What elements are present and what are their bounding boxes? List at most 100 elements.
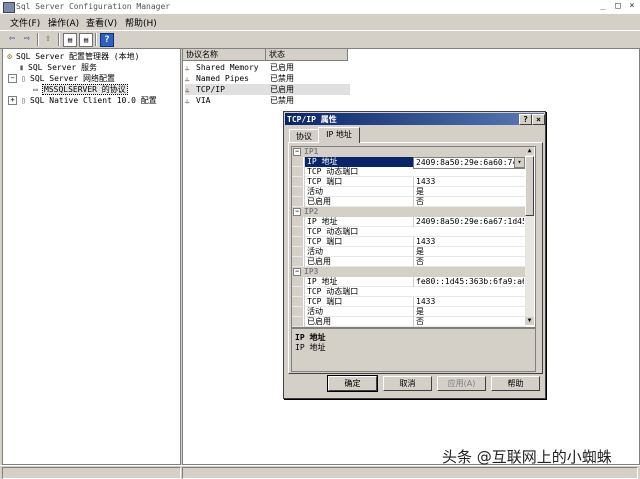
cancel-button[interactable]: 取消 [383,376,432,391]
protocol-name: TCP/IP [196,85,225,94]
grid-row[interactable]: 活动是 [292,307,526,317]
protocol-icon: ⥿ [185,74,190,83]
grid-row[interactable]: TCP 端口 1433 [292,297,526,307]
grid-row-value[interactable]: fe80::1d45:363b:6fa9:a6e2%1 [413,277,524,287]
grid-row[interactable]: 已启用否 [292,317,526,327]
toolbar-separator [37,33,39,46]
properties-icon[interactable]: ▤ [63,33,77,47]
protocol-status: 已启用 [270,63,294,72]
server-tools-icon: ⚙ [7,52,12,61]
grid-row-value[interactable]: 是 [413,187,524,197]
apply-button[interactable]: 应用(A) [437,376,486,391]
help-button[interactable]: 帮助 [491,376,540,391]
protocol-status: 已禁用 [270,74,294,83]
collapse-icon[interactable]: − [293,147,301,156]
grid-row[interactable]: TCP 端口 1433 [292,177,526,187]
menu-view[interactable]: 查看(V) [86,16,117,29]
menu-file[interactable]: 文件(F) [10,16,40,29]
maximize-button[interactable]: □ [611,1,625,12]
grid-category[interactable]: − IP3 [292,267,526,277]
grid-row[interactable]: 已启用否 [292,197,526,207]
grid-category-label: IP2 [304,207,319,216]
grid-row[interactable]: TCP 动态端口 [292,287,526,297]
collapse-icon[interactable]: − [293,267,301,276]
tab-ip-address[interactable]: IP 地址 [318,127,360,143]
grid-row-value[interactable]: 1433 [413,237,524,247]
column-header-status[interactable]: 状态 [266,49,348,61]
back-arrow-icon[interactable]: ⇦ [6,33,18,45]
grid-row[interactable]: IP 地址 2409:8a50:29e:6a60:7460:f ▾ [292,157,526,169]
grid-row[interactable]: IP 地址fe80::1d45:363b:6fa9:a6e2%1 [292,277,526,287]
tab-protocol[interactable]: 协议 [289,129,319,143]
list-item[interactable]: ⥿ Named Pipes 已禁用 [185,73,350,84]
grid-row-key: IP 地址 [304,277,415,287]
tree-item-mssql-protocols[interactable]: ▭ MSSQLSERVER 的协议 [31,84,128,95]
protocol-name: Shared Memory [196,63,259,72]
scroll-down-icon[interactable]: ▼ [525,317,534,325]
grid-row-value[interactable]: 2409:8a50:29e:6a67:1d45:363 [413,217,524,227]
forward-arrow-icon[interactable]: ⇨ [21,33,33,45]
grid-row[interactable]: TCP 端口 1433 [292,237,526,247]
grid-category[interactable]: − IP2 [292,207,526,217]
grid-row[interactable]: 活动是 [292,187,526,197]
grid-row-key: 活动 [304,247,415,257]
list-item[interactable]: ⥿ TCP/IP 已启用 [185,84,350,95]
grid-row[interactable]: 活动是 [292,247,526,257]
status-panel [2,467,181,479]
protocol-icon: ⥿ [185,85,190,94]
list-item[interactable]: ⥿ Shared Memory 已启用 [185,62,350,73]
dialog-close-button[interactable]: × [532,114,545,125]
grid-row-value[interactable]: 1433 [413,297,524,307]
grid-row-key: 活动 [304,307,415,317]
scroll-thumb[interactable] [525,156,534,216]
grid-row-value[interactable]: 是 [413,247,524,257]
menu-action[interactable]: 操作(A) [48,16,79,29]
ok-button[interactable]: 确定 [327,375,378,392]
tree-item-services[interactable]: ▮ SQL Server 服务 [17,62,97,73]
app-icon [3,2,15,13]
window-title: Sql Server Configuration Manager [16,2,171,11]
export-list-icon[interactable]: ▤ [79,33,93,47]
grid-row-key: 活动 [304,187,415,197]
menu-help[interactable]: 帮助(H) [125,16,157,29]
grid-row-value[interactable]: 是 [413,307,524,317]
tree-item-native-client[interactable]: + ▯ SQL Native Client 10.0 配置 [8,95,157,106]
scroll-up-icon[interactable]: ▲ [525,147,534,155]
up-folder-icon[interactable]: ⇧ [42,33,54,45]
collapse-icon[interactable]: − [293,207,301,216]
grid-category-label: IP1 [304,147,319,156]
grid-row-key: TCP 端口 [304,237,415,247]
grid-row-value[interactable]: 否 [413,257,524,267]
dialog-title: TCP/IP 属性 [287,115,337,124]
grid-row-key: TCP 动态端口 [304,227,415,237]
grid-row-value[interactable]: 否 [413,317,524,327]
grid-row-key: TCP 端口 [304,297,415,307]
grid-row[interactable]: TCP 动态端口 [292,227,526,237]
column-header-name[interactable]: 协议名称 [183,49,266,61]
status-bar [0,465,640,479]
grid-row[interactable]: IP 地址2409:8a50:29e:6a67:1d45:363 [292,217,526,227]
expand-icon[interactable]: + [8,96,17,105]
list-item[interactable]: ⥿ VIA 已禁用 [185,95,350,106]
grid-row-value[interactable]: 否 [413,197,524,207]
grid-row-key: IP 地址 [304,157,415,167]
collapse-icon[interactable]: − [8,74,17,83]
tree-item-root[interactable]: ⚙ SQL Server 配置管理器 (本地) [5,51,139,62]
grid-row[interactable]: 已启用否 [292,257,526,267]
grid-category[interactable]: − IP1 [292,147,526,157]
grid-scrollbar[interactable]: ▲ ▼ [525,147,534,325]
help-icon[interactable]: ? [100,33,114,47]
toolbar: ⇦ ⇨ ⇧ ▤ ▤ ? [0,30,640,49]
grid-row-value[interactable]: 1433 [413,177,524,187]
grid-row-key: TCP 动态端口 [304,167,415,177]
menu-bar: 文件(F) 操作(A) 查看(V) 帮助(H) [0,14,640,30]
grid-row[interactable]: TCP 动态端口 [292,167,526,177]
grid-row-key: IP 地址 [304,217,415,227]
protocol-icon: ⥿ [185,96,190,105]
client-icon: ▯ [21,96,26,105]
dialog-help-button[interactable]: ? [519,114,532,125]
minimize-button[interactable]: _ [596,1,610,12]
protocol-status: 已禁用 [270,96,294,105]
close-button[interactable]: × [625,1,639,12]
tree-item-network-config[interactable]: − ▯ SQL Server 网络配置 [8,73,115,84]
